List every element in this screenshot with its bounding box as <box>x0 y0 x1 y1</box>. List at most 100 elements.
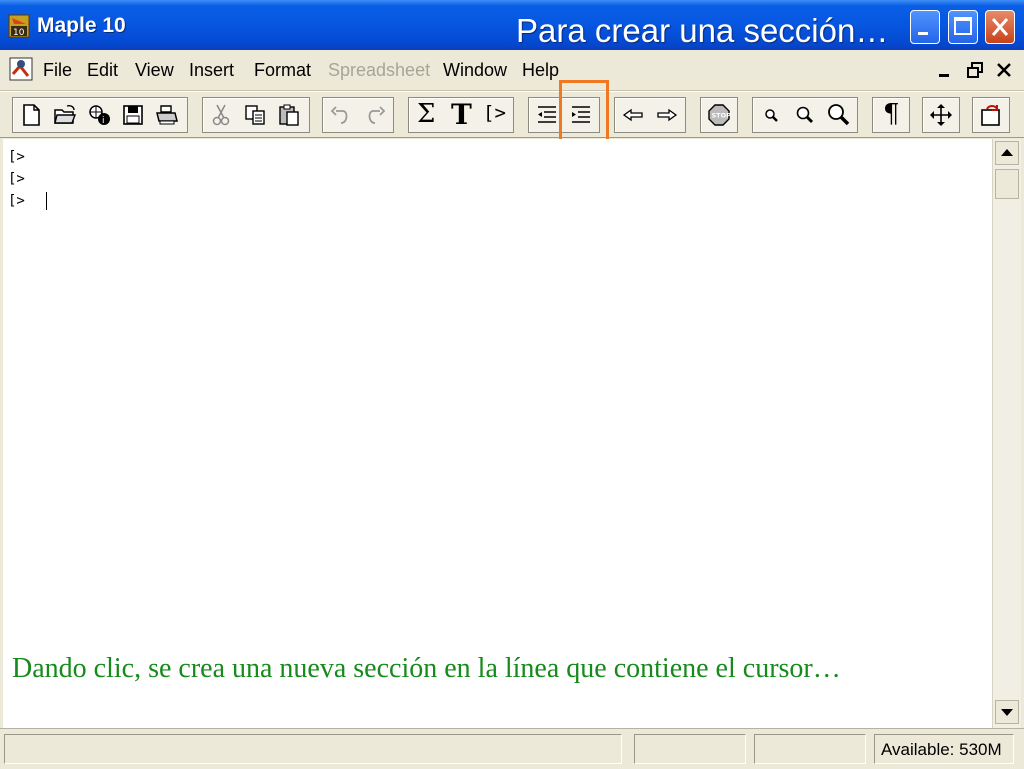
scroll-down-button[interactable] <box>995 700 1019 724</box>
toolbar-group-insert: Σ T [> <box>408 97 514 133</box>
restart-button[interactable] <box>975 98 1007 132</box>
scroll-up-icon <box>1001 149 1013 156</box>
toolbar: i Σ T [> STOP ¶ <box>0 91 1024 138</box>
left-arrow-icon <box>622 108 643 122</box>
prompt-line[interactable]: [> <box>8 193 25 209</box>
menu-help[interactable]: Help <box>522 60 559 81</box>
status-panel-2 <box>754 734 866 764</box>
show-paragraph-button[interactable]: ¶ <box>875 98 907 132</box>
document-icon[interactable] <box>8 56 36 84</box>
maple-window: 10 Maple 10 Para crear una sección… File… <box>0 0 1024 769</box>
memory-available: Available: 530M <box>881 740 1002 759</box>
menu-insert[interactable]: Insert <box>189 60 234 81</box>
close-icon <box>991 18 1009 36</box>
redo-arrow-icon <box>368 106 386 124</box>
zoom-medium-icon <box>796 106 814 124</box>
slide-title: Para crear una sección… <box>516 12 889 49</box>
zoom-small-button[interactable] <box>755 98 787 132</box>
minimize-button[interactable] <box>910 10 940 44</box>
sum-icon: Σ <box>417 99 436 129</box>
menu-format[interactable]: Format <box>254 60 311 81</box>
move-arrows-icon <box>930 104 952 126</box>
zoom-large-icon <box>828 104 850 126</box>
paste-clipboard-icon <box>279 104 299 126</box>
print-button[interactable] <box>151 98 183 132</box>
math-input-button[interactable]: Σ <box>411 98 443 132</box>
menu-edit[interactable]: Edit <box>87 60 118 81</box>
toolbar-group-zoom <box>752 97 858 133</box>
text-cursor <box>46 192 47 210</box>
maple-app-icon: 10 <box>8 14 30 38</box>
toolbar-group-window <box>922 97 960 133</box>
scissors-icon <box>212 104 230 126</box>
scroll-thumb[interactable] <box>995 169 1019 199</box>
doc-minimize-icon[interactable] <box>934 60 956 80</box>
zoom-large-button[interactable] <box>823 98 855 132</box>
open-button[interactable] <box>49 98 81 132</box>
toolbar-group-edit <box>202 97 310 133</box>
minimize-icon <box>918 32 928 35</box>
undo-button[interactable] <box>325 98 357 132</box>
scroll-down-icon <box>1001 709 1013 716</box>
insert-prompt-button[interactable]: [> <box>479 98 511 132</box>
menu-spreadsheet[interactable]: Spreadsheet <box>328 60 430 81</box>
prompt-line[interactable]: [> <box>8 149 25 165</box>
undo-arrow-icon <box>330 106 348 124</box>
menu-file[interactable]: File <box>43 60 72 81</box>
doc-close-icon[interactable] <box>993 60 1015 80</box>
pilcrow-icon: ¶ <box>883 99 900 129</box>
open-folder-icon <box>54 105 77 124</box>
restart-icon <box>981 105 1000 126</box>
prompt-icon: [> <box>483 102 506 124</box>
new-button[interactable] <box>15 98 47 132</box>
maximize-icon <box>954 17 972 35</box>
menu-window[interactable]: Window <box>443 60 507 81</box>
toolbar-group-paragraph: ¶ <box>872 97 910 133</box>
toolbar-group-nav <box>614 97 686 133</box>
status-panel-main <box>4 734 622 764</box>
app-title: Maple 10 <box>37 14 126 37</box>
open-url-button[interactable]: i <box>83 98 115 132</box>
close-button[interactable] <box>985 10 1015 44</box>
toolbar-group-stop: STOP <box>700 97 738 133</box>
menu-view[interactable]: View <box>135 60 174 81</box>
caption-text: Dando clic, se crea una nueva sección en… <box>12 653 841 684</box>
vertical-scrollbar[interactable] <box>992 139 1021 728</box>
title-bar[interactable]: 10 Maple 10 Para crear una sección… <box>0 0 1024 50</box>
toolbar-group-restart <box>972 97 1010 133</box>
prompt-line[interactable]: [> <box>8 171 25 187</box>
full-screen-button[interactable] <box>925 98 957 132</box>
new-document-icon <box>23 104 40 126</box>
back-button[interactable] <box>617 98 649 132</box>
maximize-button[interactable] <box>948 10 978 44</box>
copy-icon <box>245 105 265 125</box>
save-disk-icon <box>123 105 143 125</box>
right-arrow-icon <box>657 108 678 122</box>
svg-text:10: 10 <box>13 28 25 38</box>
forward-button[interactable] <box>651 98 683 132</box>
status-bar: Available: 530M <box>0 728 1024 769</box>
redo-button[interactable] <box>359 98 391 132</box>
outdent-icon <box>538 106 556 123</box>
doc-restore-icon[interactable] <box>964 60 986 80</box>
zoom-medium-button[interactable] <box>789 98 821 132</box>
status-panel-memory: Available: 530M <box>874 734 1014 764</box>
stop-label: STOP <box>712 112 732 120</box>
zoom-small-icon <box>765 109 778 122</box>
cut-button[interactable] <box>205 98 237 132</box>
toolbar-group-undo <box>322 97 394 133</box>
status-panel-1 <box>634 734 746 764</box>
svg-text:i: i <box>102 116 105 126</box>
printer-icon <box>156 105 178 125</box>
scroll-up-button[interactable] <box>995 141 1019 165</box>
text-t-icon: T <box>451 98 472 131</box>
open-url-icon: i <box>89 105 110 126</box>
save-button[interactable] <box>117 98 149 132</box>
paste-button[interactable] <box>273 98 305 132</box>
toolbar-group-file: i <box>12 97 188 133</box>
stop-button[interactable]: STOP <box>703 98 735 132</box>
copy-button[interactable] <box>239 98 271 132</box>
text-input-button[interactable]: T <box>445 98 477 132</box>
worksheet[interactable]: [> [> [> Dando clic, se crea una nueva s… <box>3 139 992 728</box>
menu-bar: File Edit View Insert Format Spreadsheet… <box>0 50 1024 91</box>
